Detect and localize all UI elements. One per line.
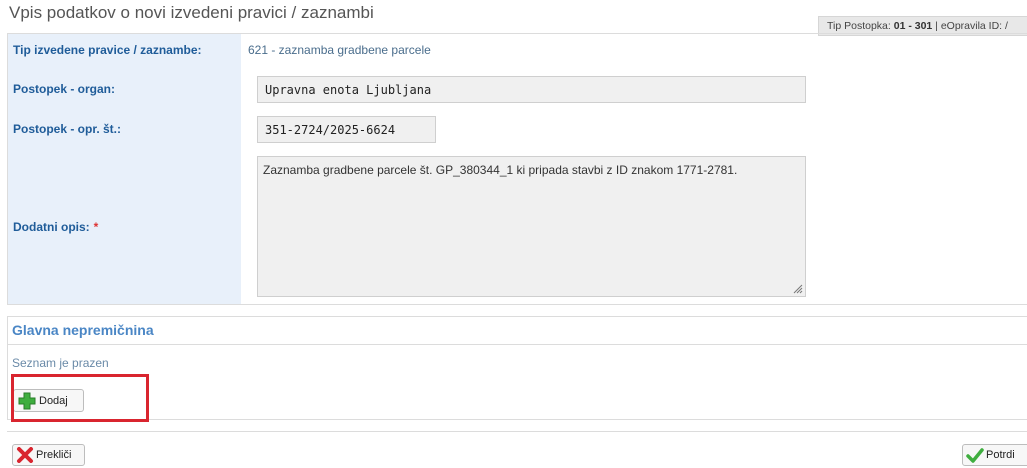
- procedure-type-code: 01 - 301: [893, 20, 933, 32]
- confirm-button-label: Potrdi: [986, 449, 1015, 461]
- procedure-type-prefix: Tip Postopka:: [827, 20, 894, 32]
- additional-description-label: Dodatni opis: *: [13, 220, 98, 234]
- cross-icon: [17, 447, 33, 463]
- eopravila-id: | eOpravila ID: /: [932, 20, 1008, 32]
- empty-list-text: Seznam je prazen: [12, 356, 109, 370]
- cancel-button[interactable]: Prekliči: [12, 444, 85, 466]
- add-button-highlight: [11, 374, 149, 422]
- right-type-value: 621 - zaznamba gradbene parcele: [248, 43, 431, 57]
- cancel-button-label: Prekliči: [36, 449, 72, 461]
- page-title: Vpis podatkov o novi izvedeni pravici / …: [9, 3, 374, 22]
- procedure-number-field[interactable]: [257, 116, 436, 143]
- main-property-section: [7, 316, 1027, 420]
- main-property-title: Glavna nepremičnina: [12, 322, 154, 338]
- procedure-number-label: Postopek - opr. št.:: [13, 122, 122, 136]
- additional-description-textarea[interactable]: Zaznamba gradbene parcele št. GP_380344_…: [257, 156, 806, 297]
- confirm-button[interactable]: Potrdi: [962, 444, 1027, 466]
- right-type-label: Tip izvedene pravice / zaznambe:: [13, 43, 202, 57]
- additional-description-text: Zaznamba gradbene parcele št. GP_380344_…: [263, 163, 738, 177]
- footer-divider: [7, 431, 1027, 432]
- procedure-organ-label: Postopek - organ:: [13, 82, 116, 96]
- checkmark-icon: [966, 448, 984, 463]
- required-marker: *: [93, 220, 99, 234]
- resize-grip-icon[interactable]: [793, 284, 803, 294]
- section-divider: [8, 344, 1027, 345]
- additional-description-label-text: Dodatni opis:: [13, 220, 90, 234]
- label-column: [8, 34, 241, 304]
- procedure-organ-field[interactable]: [257, 76, 806, 103]
